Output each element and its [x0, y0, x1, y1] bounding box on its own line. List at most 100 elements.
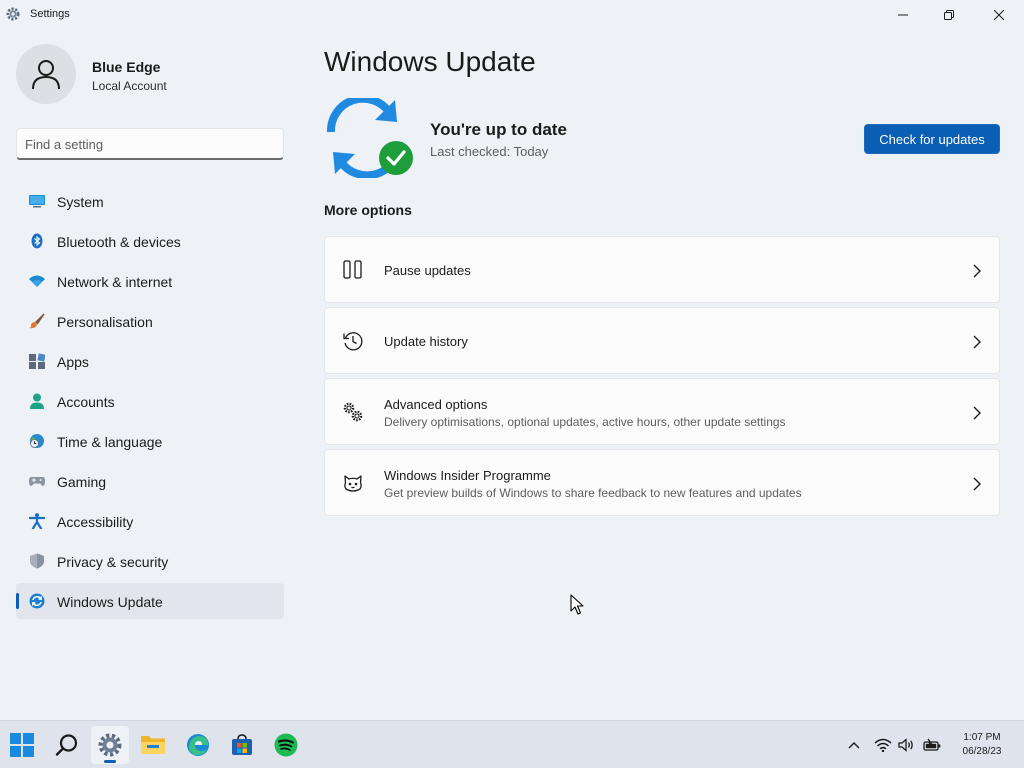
user-profile[interactable]: Blue Edge Local Account: [16, 44, 286, 104]
avatar: [16, 44, 76, 104]
taskbar-edge-button[interactable]: [179, 726, 217, 764]
edge-icon: [187, 734, 209, 756]
search-icon: [55, 734, 78, 756]
gears-icon: [343, 402, 363, 422]
clock-time: 1:07 PM: [963, 732, 1001, 743]
sidebar-nav: System Bluetooth & devices Network & int…: [16, 183, 284, 623]
minimize-button[interactable]: [880, 0, 926, 30]
chevron-right-icon: [973, 477, 981, 491]
option-update-history[interactable]: Update history: [324, 307, 1000, 374]
option-description: Delivery optimisations, optional updates…: [384, 415, 786, 429]
sidebar-item-label: Gaming: [57, 474, 107, 490]
chevron-right-icon: [973, 406, 981, 420]
sidebar-item-bluetooth[interactable]: Bluetooth & devices: [16, 223, 284, 259]
user-icon: [32, 60, 60, 90]
window-title: Settings: [30, 8, 70, 20]
wifi-icon: [29, 275, 45, 287]
sidebar-item-label: Accounts: [57, 394, 115, 410]
sidebar-item-label: Bluetooth & devices: [57, 234, 181, 250]
chevron-up-icon: [848, 742, 860, 749]
start-button[interactable]: [3, 726, 41, 764]
sidebar-item-accounts[interactable]: Accounts: [16, 383, 284, 419]
restore-button[interactable]: [926, 0, 972, 30]
spotify-icon: [274, 733, 298, 757]
taskbar-settings-button[interactable]: [91, 726, 129, 764]
tray-network-button[interactable]: [873, 735, 893, 755]
pause-icon: [343, 260, 362, 279]
sidebar-item-label: Windows Update: [57, 594, 163, 610]
start-icon: [10, 733, 34, 757]
taskbar-search-button[interactable]: [48, 726, 86, 764]
sidebar-item-label: Time & language: [57, 434, 163, 450]
option-title: Pause updates: [384, 263, 471, 278]
sidebar-item-label: Network & internet: [57, 274, 173, 290]
update-status-icon: [326, 98, 413, 178]
more-options-heading: More options: [324, 202, 412, 218]
page-title: Windows Update: [324, 46, 536, 77]
sidebar-item-label: Personalisation: [57, 314, 153, 330]
status-title: You're up to date: [430, 120, 567, 139]
accessibility-icon: [29, 513, 45, 529]
clock-date: 06/28/23: [962, 746, 1002, 757]
battery-icon: [923, 738, 941, 751]
sidebar-item-privacy-security[interactable]: Privacy & security: [16, 543, 284, 579]
option-title: Windows Insider Programme: [384, 468, 551, 483]
globe-clock-icon: [30, 434, 44, 448]
gamepad-icon: [29, 477, 45, 486]
taskbar-store-button[interactable]: [223, 726, 261, 764]
store-icon: [232, 734, 252, 755]
volume-icon: [898, 738, 913, 752]
sidebar-item-gaming[interactable]: Gaming: [16, 463, 284, 499]
user-name: Blue Edge: [92, 59, 161, 75]
option-description: Get preview builds of Windows to share f…: [384, 486, 802, 500]
tray-overflow-button[interactable]: [844, 735, 864, 755]
clock[interactable]: 1:07 PM 06/28/23: [952, 731, 1012, 759]
option-windows-insider[interactable]: Windows Insider Programme Get preview bu…: [324, 449, 1000, 516]
sidebar-item-label: Privacy & security: [57, 554, 169, 570]
windows-update-icon: [29, 593, 45, 609]
sidebar-item-personalisation[interactable]: Personalisation: [16, 303, 284, 339]
apps-icon: [29, 353, 45, 369]
title-bar: Settings: [0, 0, 1024, 30]
taskbar: 1:07 PM 06/28/23: [0, 720, 1024, 768]
sidebar-item-label: System: [57, 194, 104, 210]
close-icon: [994, 10, 1004, 20]
option-pause-updates[interactable]: Pause updates: [324, 236, 1000, 303]
file-explorer-icon: [141, 736, 165, 754]
system-icon: [29, 195, 45, 208]
tray-battery-button[interactable]: [922, 735, 942, 755]
sidebar-item-accessibility[interactable]: Accessibility: [16, 503, 284, 539]
sidebar-item-time-language[interactable]: Time & language: [16, 423, 284, 459]
option-advanced-options[interactable]: Advanced options Delivery optimisations,…: [324, 378, 1000, 445]
sidebar-item-windows-update[interactable]: Windows Update: [16, 583, 284, 619]
taskbar-spotify-button[interactable]: [267, 726, 305, 764]
option-title: Advanced options: [384, 397, 488, 412]
wifi-icon: [874, 738, 892, 752]
option-title: Update history: [384, 334, 468, 349]
sidebar-item-system[interactable]: System: [16, 183, 284, 219]
search-input[interactable]: [25, 135, 275, 153]
close-button[interactable]: [976, 0, 1022, 30]
sidebar-item-apps[interactable]: Apps: [16, 343, 284, 379]
last-checked-text: Last checked: Today: [430, 144, 549, 159]
sidebar-item-label: Apps: [57, 354, 89, 370]
sidebar-item-label: Accessibility: [57, 514, 134, 530]
accounts-icon: [30, 393, 44, 409]
settings-gear-icon: [6, 7, 20, 21]
chevron-right-icon: [973, 264, 981, 278]
check-for-updates-button[interactable]: Check for updates: [864, 124, 1000, 154]
mouse-cursor-icon: [570, 594, 584, 615]
taskbar-file-explorer-button[interactable]: [134, 726, 172, 764]
settings-icon: [98, 733, 122, 757]
bluetooth-icon: [31, 233, 43, 249]
search-box[interactable]: [16, 128, 284, 160]
chevron-right-icon: [973, 335, 981, 349]
shield-icon: [30, 553, 44, 569]
history-icon: [343, 332, 363, 351]
tray-volume-button[interactable]: [897, 735, 917, 755]
insider-cat-icon: [344, 475, 362, 492]
sidebar-item-network[interactable]: Network & internet: [16, 263, 284, 299]
account-type: Local Account: [92, 79, 167, 93]
minimize-icon: [898, 14, 908, 16]
brush-icon: [29, 313, 45, 329]
